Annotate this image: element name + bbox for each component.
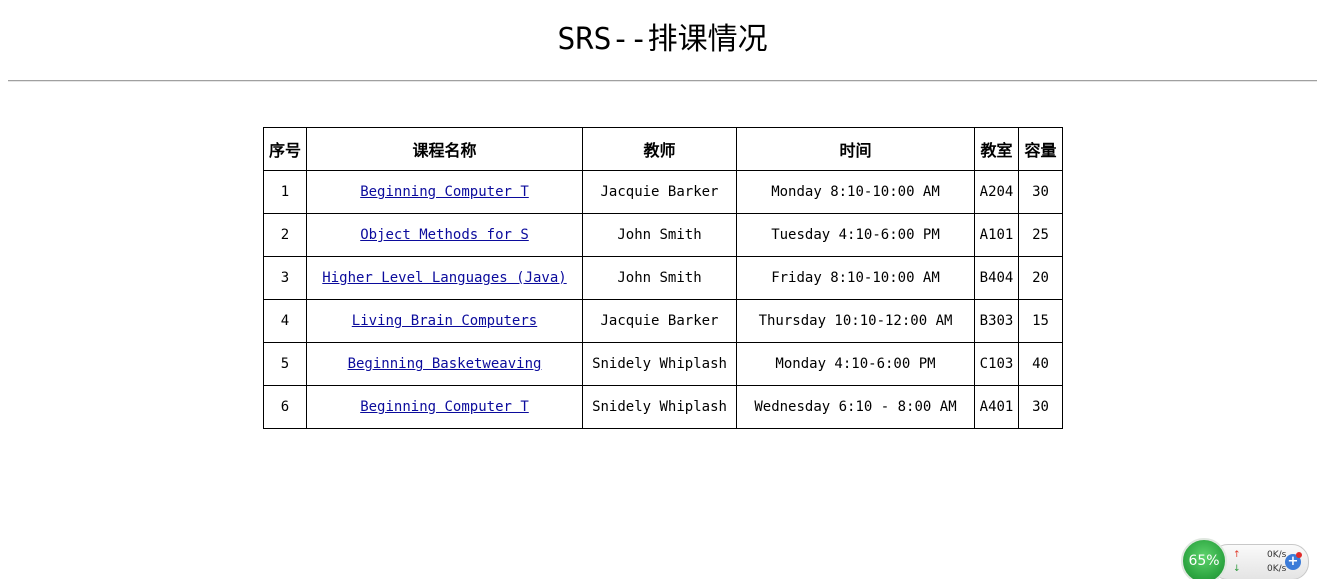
table-row: 6 Beginning Computer T Snidely Whiplash … [263,385,1063,429]
cell-capacity: 30 [1018,385,1063,429]
cell-teacher: Snidely Whiplash [582,385,737,429]
course-link[interactable]: Living Brain Computers [352,313,537,329]
cell-teacher: John Smith [582,256,737,300]
cell-teacher: Snidely Whiplash [582,342,737,386]
cell-room: B404 [974,256,1019,300]
cell-course: Beginning Computer T [306,170,583,214]
cell-teacher: John Smith [582,213,737,257]
cell-time: Thursday 10:10-12:00 AM [736,299,975,343]
cell-course: Beginning Basketweaving [306,342,583,386]
cell-time: Friday 8:10-10:00 AM [736,256,975,300]
cell-time: Wednesday 6:10 - 8:00 AM [736,385,975,429]
arrow-up-icon: ↑ [1233,550,1241,560]
upload-rate: 0K/s [1267,550,1287,560]
header-course: 课程名称 [306,127,583,171]
course-link[interactable]: Beginning Computer T [360,399,529,415]
course-link[interactable]: Beginning Computer T [360,184,529,200]
course-link[interactable]: Higher Level Languages (Java) [322,270,566,286]
header-index: 序号 [263,127,307,171]
table-row: 5 Beginning Basketweaving Snidely Whipla… [263,342,1063,386]
notification-dot [1296,552,1302,558]
cell-index: 2 [263,213,307,257]
table-row: 4 Living Brain Computers Jacquie Barker … [263,299,1063,343]
header-capacity: 容量 [1018,127,1063,171]
cell-course: Living Brain Computers [306,299,583,343]
schedule-table: 序号 课程名称 教师 时间 教室 容量 1 Beginning Computer… [263,127,1063,429]
cell-capacity: 30 [1018,170,1063,214]
cell-time: Tuesday 4:10-6:00 PM [736,213,975,257]
cell-index: 6 [263,385,307,429]
cell-room: B303 [974,299,1019,343]
horizontal-rule [8,80,1317,82]
cell-capacity: 40 [1018,342,1063,386]
cell-index: 5 [263,342,307,386]
table-header-row: 序号 课程名称 教师 时间 教室 容量 [263,127,1063,171]
table-row: 1 Beginning Computer T Jacquie Barker Mo… [263,170,1063,214]
cell-index: 3 [263,256,307,300]
cell-capacity: 20 [1018,256,1063,300]
cell-room: A204 [974,170,1019,214]
header-teacher: 教师 [582,127,737,171]
table-row: 3 Higher Level Languages (Java) John Smi… [263,256,1063,300]
cell-course: Higher Level Languages (Java) [306,256,583,300]
cell-room: A101 [974,213,1019,257]
page: SRS--排课情况 序号 课程名称 教师 时间 教室 容量 1 Beginnin… [0,0,1325,579]
cell-capacity: 25 [1018,213,1063,257]
page-title: SRS--排课情况 [557,22,768,57]
network-monitor-widget[interactable]: 65% ↑ ↓ 0K/s 0K/s + [1181,538,1309,579]
usage-gauge[interactable]: 65% [1181,538,1227,579]
cell-time: Monday 4:10-6:00 PM [736,342,975,386]
arrow-down-icon: ↓ [1233,564,1241,574]
cell-time: Monday 8:10-10:00 AM [736,170,975,214]
table-row: 2 Object Methods for S John Smith Tuesda… [263,213,1063,257]
cell-course: Object Methods for S [306,213,583,257]
cell-room: C103 [974,342,1019,386]
cell-room: A401 [974,385,1019,429]
cell-course: Beginning Computer T [306,385,583,429]
course-link[interactable]: Object Methods for S [360,227,529,243]
cell-teacher: Jacquie Barker [582,170,737,214]
cell-index: 4 [263,299,307,343]
download-rate: 0K/s [1267,564,1287,574]
cell-teacher: Jacquie Barker [582,299,737,343]
course-link[interactable]: Beginning Basketweaving [348,356,542,372]
cell-index: 1 [263,170,307,214]
cell-capacity: 15 [1018,299,1063,343]
header-room: 教室 [974,127,1019,171]
header-time: 时间 [736,127,975,171]
